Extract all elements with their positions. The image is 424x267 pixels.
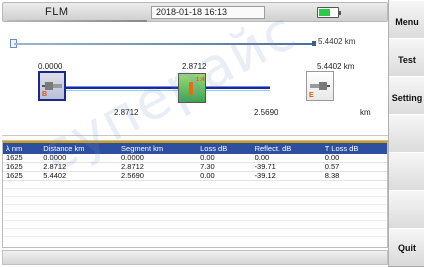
link-map-panel[interactable]: 5.4402 km 0.0000 2.8712 5.4402 km B 1:4 …: [2, 26, 388, 136]
side-softkey-menu: Menu Test Setting Quit: [388, 0, 424, 267]
splitter-ratio: 1:4: [196, 77, 205, 83]
cell: 2.5690: [118, 171, 198, 181]
event-distance-start: 0.0000: [38, 62, 63, 71]
softkey-6[interactable]: [389, 190, 424, 233]
event-start-connector[interactable]: B: [38, 71, 66, 101]
segment-length-2: 2.5690: [254, 108, 279, 117]
splitter-icon: [189, 82, 193, 95]
setting-button[interactable]: Setting: [389, 76, 424, 119]
cell: 8.38: [321, 171, 387, 181]
empty-row: [3, 228, 387, 237]
empty-row: [3, 212, 387, 221]
empty-row: [3, 204, 387, 213]
empty-row: [3, 180, 387, 189]
quit-button[interactable]: Quit: [389, 228, 424, 267]
event-start-letter: B: [42, 91, 48, 98]
fiber-trace-line: [60, 86, 270, 89]
battery-icon: [317, 7, 341, 18]
link-overview-line: [14, 43, 314, 45]
mode-label: FLM: [45, 6, 69, 18]
empty-row: [3, 196, 387, 205]
menu-button[interactable]: Menu: [389, 0, 424, 43]
top-status-bar: FLM 2018-01-18 16:13: [2, 2, 388, 22]
event-distance-mid: 2.8712: [182, 62, 207, 71]
distance-unit: km: [360, 108, 371, 117]
cell: 1625: [3, 171, 41, 181]
link-end-marker: [312, 41, 316, 46]
datetime-display: 2018-01-18 16:13: [151, 6, 265, 19]
table-row[interactable]: 1625 5.4402 2.5690 0.00 -39.12 8.38: [3, 171, 387, 181]
mode-underline: [7, 20, 147, 22]
cell: 0.00: [197, 171, 252, 181]
event-splitter[interactable]: 1:4: [178, 73, 206, 103]
empty-row: [3, 188, 387, 197]
empty-row: [3, 220, 387, 229]
fiber-trace-line-lower: [60, 90, 270, 91]
cell: -39.12: [251, 171, 322, 181]
event-end-connector[interactable]: E: [306, 71, 334, 101]
softkey-4[interactable]: [389, 114, 424, 157]
bottom-status-bar: [2, 250, 388, 265]
total-distance: 5.4402 km: [318, 37, 356, 46]
battery-level: [319, 9, 330, 16]
event-distance-end: 5.4402 km: [317, 62, 355, 71]
event-table[interactable]: λ nm Distance km Segment km Loss dB Refl…: [2, 140, 388, 248]
cell: 5.4402: [40, 171, 119, 181]
softkey-5[interactable]: [389, 152, 424, 195]
event-end-letter: E: [309, 92, 314, 99]
segment-length-1: 2.8712: [114, 108, 139, 117]
test-button[interactable]: Test: [389, 38, 424, 81]
